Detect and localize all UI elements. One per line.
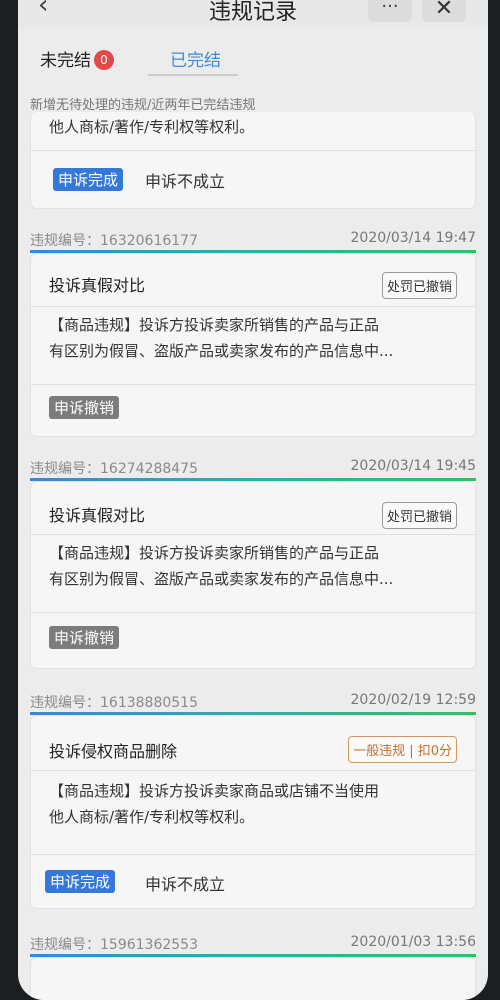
violation-id: 违规编号：16138880515 (30, 695, 198, 711)
tab-pending[interactable]: 未完结 0 (40, 46, 114, 71)
more-icon[interactable]: ··· (368, 0, 412, 22)
violation-date: 2020/03/14 19:45 (350, 458, 477, 474)
violation-date: 2020/03/14 19:47 (350, 230, 477, 246)
violation-card[interactable]: 投诉侵权商品删除 一般违规 | 扣0分 【商品违规】投诉方投诉卖家商品或店铺不当… (30, 715, 476, 909)
divider (31, 612, 475, 613)
violation-date: 2020/01/03 13:56 (350, 934, 477, 950)
divider (31, 150, 475, 151)
status-badge: 一般违规 | 扣0分 (348, 736, 457, 763)
violation-id: 违规编号：15961362553 (30, 937, 198, 953)
tab-pending-label: 未完结 (40, 51, 91, 71)
violation-card[interactable]: 投诉真假对比 处罚已撤销 【商品违规】投诉方投诉卖家所销售的产品与正品 有区别为… (30, 253, 476, 437)
tab-bar: 未完结 0 已完结 (18, 28, 488, 88)
appeal-status-tag: 申诉撤销 (49, 396, 120, 419)
violation-description: 他人商标/著作/专利权等权利。 (49, 118, 255, 136)
tab-completed[interactable]: 已完结 (170, 46, 221, 71)
violation-id: 违规编号：16274288475 (30, 461, 198, 477)
violation-id: 违规编号：16320616177 (30, 233, 198, 249)
status-badge: 处罚已撤销 (381, 272, 457, 299)
violation-description: 【商品违规】投诉方投诉卖家商品或店铺不当使用 他人商标/著作/专利权等权利。 (49, 778, 461, 830)
record-header: 违规编号：16320616177 2020/03/14 19:47 (30, 230, 476, 252)
appeal-status-tag: 申诉撤销 (49, 626, 120, 649)
description-line: 有区别为假冒、盗版产品或卖家发布的产品信息中... (49, 570, 394, 588)
pending-count-badge: 0 (94, 50, 114, 70)
violation-title: 投诉真假对比 (49, 506, 146, 525)
description-line: 他人商标/著作/专利权等权利。 (49, 808, 255, 826)
divider (31, 306, 475, 307)
status-badge: 处罚已撤销 (381, 502, 457, 529)
violation-date: 2020/02/19 12:59 (350, 692, 477, 708)
appeal-status-tag: 申诉完成 (45, 870, 116, 893)
record-header: 违规编号：15961362553 2020/01/03 13:56 (30, 934, 476, 956)
appeal-result: 申诉不成立 (145, 875, 226, 894)
divider (31, 534, 475, 535)
violation-title: 投诉真假对比 (49, 276, 146, 295)
description-line: 【商品违规】投诉方投诉卖家所销售的产品与正品 (49, 316, 380, 334)
notice-text: 新增无待处理的违规/近两年已完结违规 (30, 98, 256, 113)
description-line: 【商品违规】投诉方投诉卖家所销售的产品与正品 (49, 544, 380, 562)
description-line: 有区别为假冒、盗版产品或卖家发布的产品信息中... (49, 342, 394, 360)
appeal-status-tag: 申诉完成 (53, 168, 124, 191)
top-bar: ‹ 违规记录 ··· ✕ (18, 0, 488, 29)
page-title: 违规记录 (208, 0, 297, 25)
divider (31, 384, 475, 385)
record-header: 违规编号：16274288475 2020/03/14 19:45 (30, 458, 476, 480)
violation-card[interactable]: 投诉真假对比 处罚已撤销 【商品违规】投诉方投诉卖家所销售的产品与正品 有区别为… (30, 481, 476, 669)
violation-description: 【商品违规】投诉方投诉卖家所销售的产品与正品 有区别为假冒、盗版产品或卖家发布的… (49, 312, 461, 364)
violation-description: 【商品违规】投诉方投诉卖家所销售的产品与正品 有区别为假冒、盗版产品或卖家发布的… (49, 540, 461, 592)
record-header: 违规编号：16138880515 2020/02/19 12:59 (30, 692, 476, 714)
violation-title: 投诉侵权商品删除 (49, 742, 178, 761)
phone-screen: ‹ 违规记录 ··· ✕ 未完结 0 已完结 新增无待处理的违规/近两年已完结违规… (18, 0, 488, 1000)
close-icon[interactable]: ✕ (422, 0, 466, 22)
divider (31, 770, 475, 771)
description-line: 【商品违规】投诉方投诉卖家商品或店铺不当使用 (49, 782, 380, 800)
tab-indicator (148, 74, 238, 76)
appeal-result: 申诉不成立 (145, 172, 226, 191)
violation-card[interactable] (30, 957, 476, 1000)
divider (31, 854, 475, 855)
violation-card[interactable]: 他人商标/著作/专利权等权利。 申诉完成 申诉不成立 (30, 112, 476, 209)
